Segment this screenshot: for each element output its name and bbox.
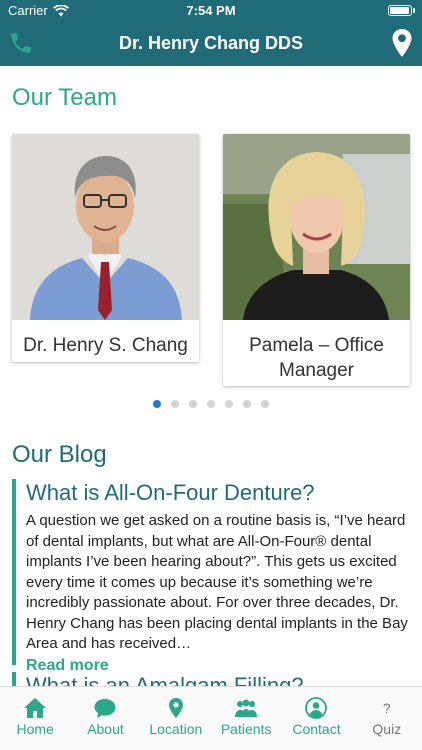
- tab-quiz[interactable]: ? Quiz: [352, 687, 422, 750]
- tab-label: Home: [16, 721, 54, 737]
- carousel-dot[interactable]: [189, 400, 197, 408]
- team-member-name: Pamela – Office Manager: [249, 335, 384, 381]
- team-member-photo: [12, 134, 199, 320]
- tab-contact[interactable]: Contact: [281, 687, 351, 750]
- carousel-dot[interactable]: [207, 400, 215, 408]
- tab-label: Patients: [220, 721, 272, 737]
- carousel-dot[interactable]: [261, 400, 269, 408]
- tab-patients[interactable]: Patients: [211, 687, 281, 750]
- team-member-card[interactable]: Dr. Henry S. Chang: [12, 134, 199, 362]
- blog-post-title[interactable]: What is All-On-Four Denture?: [26, 479, 422, 507]
- team-section-title: Our Team: [12, 84, 117, 111]
- location-pin-icon: [168, 698, 183, 718]
- blog-post-title[interactable]: What is an Amalgam Filling?: [26, 672, 422, 686]
- tab-label: Quiz: [372, 721, 402, 737]
- tab-bar: Home About Location Patients Contact ? Q…: [0, 686, 422, 750]
- blog-post-excerpt: A question we get asked on a routine bas…: [26, 512, 408, 652]
- nav-header: Dr. Henry Chang DDS: [0, 22, 422, 66]
- team-member-name: Dr. Henry S. Chang: [23, 335, 188, 356]
- speech-bubble-icon: [94, 699, 116, 718]
- top-bar: Carrier 7:54 PM Dr. Henry Chang DDS: [0, 0, 422, 66]
- tab-location[interactable]: Location: [141, 687, 211, 750]
- question-mark-icon: ?: [382, 700, 391, 716]
- carousel-dot[interactable]: [243, 400, 251, 408]
- tab-label: About: [87, 721, 124, 737]
- carousel-dot[interactable]: [153, 400, 161, 408]
- page-title: Dr. Henry Chang DDS: [118, 33, 304, 53]
- team-member-card[interactable]: Pamela – Office Manager: [223, 134, 410, 386]
- contact-person-icon: [305, 697, 328, 719]
- blog-section-title: Our Blog: [12, 441, 107, 468]
- tab-home[interactable]: Home: [0, 687, 70, 750]
- blog-post[interactable]: What is All-On-Four Denture? A question …: [12, 479, 422, 674]
- team-member-photo: [223, 134, 410, 320]
- status-bar: Carrier 7:54 PM: [0, 0, 422, 22]
- battery-icon: [388, 5, 415, 16]
- status-time: 7:54 PM: [186, 3, 236, 18]
- people-icon: [235, 699, 258, 717]
- tab-label: Location: [149, 721, 203, 737]
- blog-post[interactable]: What is an Amalgam Filling?: [12, 672, 422, 686]
- carousel-dot[interactable]: [225, 400, 233, 408]
- carousel-page-indicator[interactable]: [0, 400, 422, 408]
- tab-label: Contact: [292, 721, 341, 737]
- home-icon: [24, 698, 47, 718]
- carousel-dot[interactable]: [171, 400, 179, 408]
- tab-about[interactable]: About: [70, 687, 140, 750]
- location-pin-icon[interactable]: [390, 28, 414, 58]
